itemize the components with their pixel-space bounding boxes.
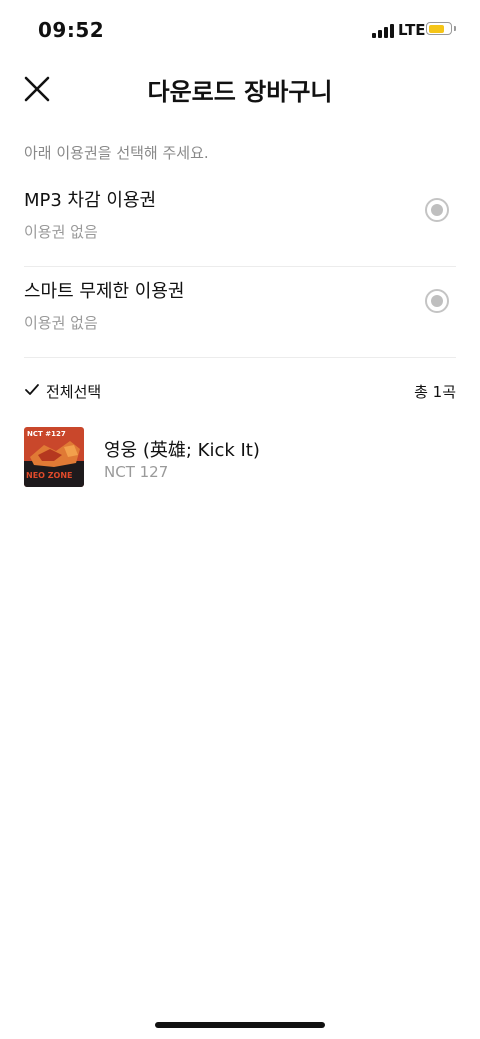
song-title: 영웅 (英雄; Kick It) bbox=[104, 440, 260, 461]
pass-option-mp3[interactable]: MP3 차감 이용권 이용권 없음 bbox=[24, 178, 456, 267]
battery-level bbox=[428, 24, 444, 33]
pass-status: 이용권 없음 bbox=[24, 223, 98, 241]
radio-button[interactable] bbox=[425, 289, 449, 313]
select-all-label: 전체선택 bbox=[46, 383, 102, 401]
pass-name: MP3 차감 이용권 bbox=[24, 190, 157, 211]
radio-dot bbox=[431, 295, 443, 307]
status-bar: 09:52 LTE bbox=[0, 0, 480, 60]
pass-selection-hint: 아래 이용권을 선택해 주세요. bbox=[24, 144, 209, 162]
song-list-item[interactable]: NCT #127 NEO ZONE 영웅 (英雄; Kick It) NCT 1… bbox=[24, 427, 456, 491]
pass-name: 스마트 무제한 이용권 bbox=[24, 281, 185, 302]
album-art: NCT #127 NEO ZONE bbox=[24, 427, 84, 487]
network-type: LTE bbox=[398, 21, 426, 39]
radio-dot bbox=[431, 204, 443, 216]
song-artist: NCT 127 bbox=[104, 463, 169, 481]
check-icon bbox=[25, 384, 39, 395]
pass-status: 이용권 없음 bbox=[24, 314, 98, 332]
total-song-count: 총 1곡 bbox=[414, 383, 456, 401]
home-indicator[interactable] bbox=[155, 1022, 325, 1028]
svg-text:NEO ZONE: NEO ZONE bbox=[26, 471, 73, 480]
page-title: 다운로드 장바구니 bbox=[147, 78, 333, 106]
signal-icon bbox=[372, 24, 394, 38]
svg-text:NCT #127: NCT #127 bbox=[27, 430, 66, 438]
battery-tip bbox=[454, 26, 456, 31]
status-time: 09:52 bbox=[38, 18, 105, 42]
header: 다운로드 장바구니 bbox=[0, 60, 480, 116]
pass-option-smart-unlimited[interactable]: 스마트 무제한 이용권 이용권 없음 bbox=[24, 269, 456, 358]
album-cover-image: NCT #127 NEO ZONE bbox=[24, 427, 84, 487]
radio-button[interactable] bbox=[425, 198, 449, 222]
battery-icon bbox=[426, 22, 452, 35]
